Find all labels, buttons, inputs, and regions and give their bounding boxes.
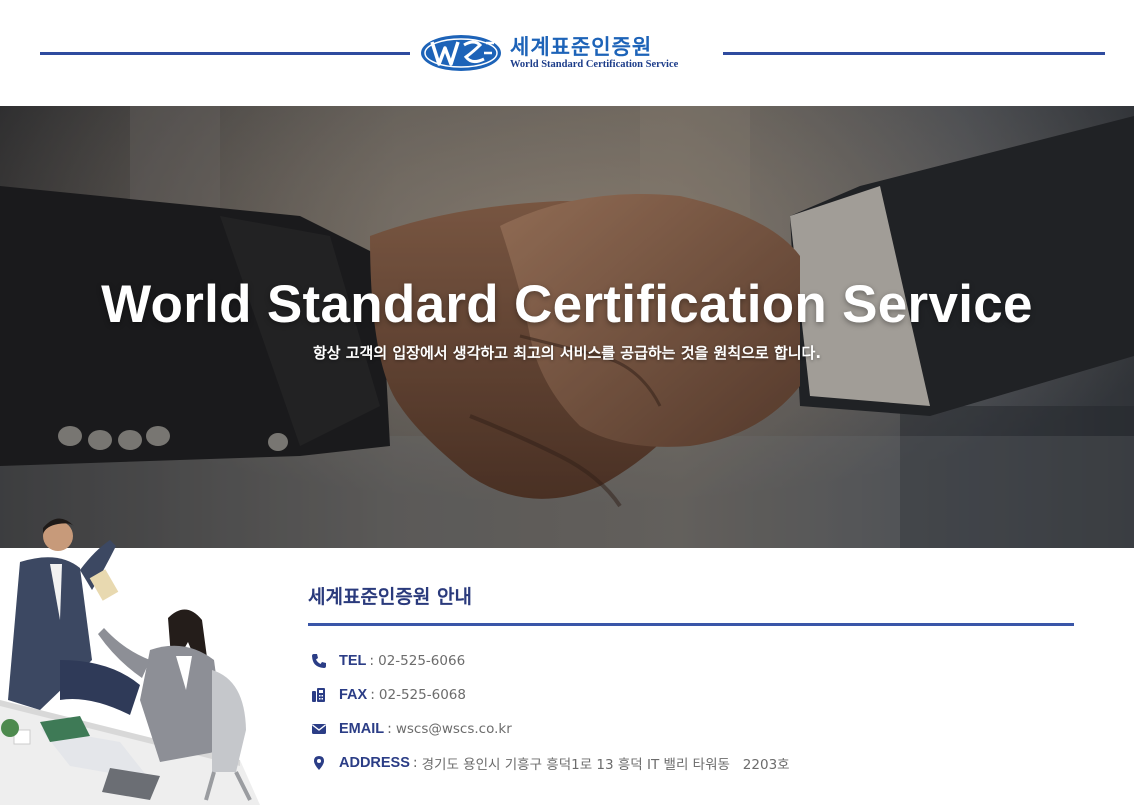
fax-label: FAX — [339, 687, 368, 703]
email-icon — [311, 721, 327, 737]
hero-title: World Standard Certification Service — [101, 275, 1033, 334]
tel-value[interactable]: 02-525-6066 — [378, 653, 465, 669]
header-divider-left — [40, 52, 410, 55]
site-header: 세계표준인증원 World Standard Certification Ser… — [0, 0, 1134, 106]
header-divider-right — [723, 52, 1105, 55]
wscs-emblem-icon — [421, 35, 501, 71]
fax-icon — [311, 687, 327, 703]
logo-korean-name: 세계표준인증원 — [510, 35, 653, 59]
info-divider — [308, 623, 1074, 626]
fax-value: 02-525-6068 — [378, 687, 466, 703]
site-logo[interactable]: 세계표준인증원 World Standard Certification Ser… — [420, 30, 712, 76]
contact-row-email: EMAIL : wscs@wscs.co.kr — [308, 712, 1078, 746]
hero-banner: World Standard Certification Service 항상 … — [0, 106, 1134, 548]
email-label: EMAIL — [339, 721, 385, 737]
logo-english-name: World Standard Certification Service — [510, 59, 679, 70]
address-label: ADDRESS — [339, 755, 410, 771]
location-pin-icon — [311, 755, 327, 771]
phone-icon — [311, 653, 327, 669]
address-value: 경기도 용인시 기흥구 흥덕1로 13 흥덕 IT 밸리 타워동 2203호 — [421, 757, 790, 773]
business-people-image — [0, 518, 260, 805]
email-value[interactable]: wscs@wscs.co.kr — [396, 721, 512, 737]
tel-label: TEL — [339, 653, 367, 669]
contact-row-address: ADDRESS : 경기도 용인시 기흥구 흥덕1로 13 흥덕 IT 밸리 타… — [308, 746, 1078, 780]
hero-subtitle: 항상 고객의 입장에서 생각하고 최고의 서비스를 공급하는 것을 원칙으로 합… — [312, 344, 822, 362]
info-title: 세계표준인증원 안내 — [308, 586, 472, 608]
contact-info-section: 세계표준인증원 안내 TEL : 02-525-6066 FAX : 02-52… — [308, 580, 1078, 780]
contact-row-fax: FAX : 02-525-6068 — [308, 678, 1078, 712]
contact-row-tel: TEL : 02-525-6066 — [308, 644, 1078, 678]
